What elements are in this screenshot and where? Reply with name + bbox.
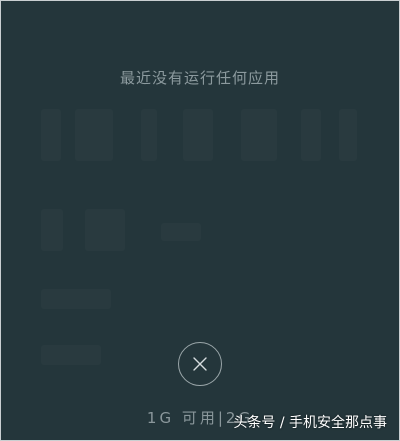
recents-screen: 最近没有运行任何应用 1G 可用|2G 头条号 / 手机安全那点事	[0, 0, 400, 441]
background-ghost	[183, 109, 213, 161]
background-ghost	[301, 109, 321, 161]
clear-all-button[interactable]	[178, 342, 222, 386]
background-ghost	[339, 109, 357, 161]
background-ghost	[241, 109, 277, 161]
background-ghost	[141, 109, 157, 161]
background-ghost	[41, 209, 63, 251]
watermark: 头条号 / 手机安全那点事	[233, 415, 387, 431]
empty-recents-message: 最近没有运行任何应用	[119, 69, 280, 87]
close-icon	[193, 357, 207, 371]
background-ghost	[41, 289, 111, 309]
background-ghost	[41, 109, 61, 161]
background-ghost	[161, 223, 201, 241]
background-ghost	[85, 209, 125, 251]
background-ghost	[41, 345, 101, 365]
background-ghost	[75, 109, 113, 161]
